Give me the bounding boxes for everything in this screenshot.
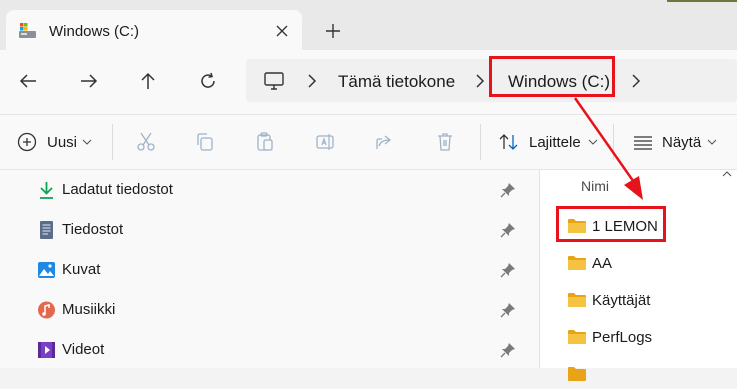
navigation-pane: Ladatut tiedostot Tiedostot Kuvat Musiik… [0,170,539,368]
delete-icon[interactable] [434,131,456,153]
toolbar-divider [613,124,614,160]
sidebar-item-music[interactable]: Musiikki [0,291,539,329]
chevron-right-icon[interactable] [305,72,319,90]
sort-button[interactable]: Lajittele [529,134,581,151]
annotation-highlight-breadcrumb [489,56,615,97]
toolbar-divider [480,124,481,160]
download-icon [40,182,53,199]
sidebar-item-videos[interactable]: Videot [0,331,539,369]
new-tab-icon[interactable] [323,21,343,41]
videos-icon [38,342,55,358]
sort-icon[interactable] [498,131,520,153]
command-toolbar: Uusi Lajittele Näytä [0,114,737,170]
tab-windows-c[interactable]: Windows (C:) [6,10,302,50]
pin-icon[interactable] [500,182,516,198]
folder-icon [568,367,586,381]
copy-icon[interactable] [194,131,216,153]
folder-icon [568,293,586,307]
paste-icon[interactable] [254,131,276,153]
back-arrow-icon[interactable] [17,70,39,92]
cut-icon[interactable] [135,131,157,153]
file-name: PerfLogs [592,329,653,346]
file-name: Käyttäjät [592,292,651,309]
sidebar-item-documents[interactable]: Tiedostot [0,211,539,249]
new-plus-icon[interactable] [16,131,38,153]
sidebar-item-label: Kuvat [62,261,101,278]
toolbar-divider [112,124,113,160]
pin-icon[interactable] [500,262,516,278]
rename-icon[interactable] [314,131,336,153]
list-item[interactable]: PerfLogs [540,322,737,352]
chevron-down-icon[interactable] [707,138,717,146]
new-button[interactable]: Uusi [47,134,77,151]
tab-title: Windows (C:) [49,23,140,40]
up-arrow-icon[interactable] [137,70,159,92]
file-list: Nimi 1 LEMON AA Käyttäjät PerfLogs [540,170,737,381]
refresh-icon[interactable] [197,70,219,92]
sidebar-item-label: Musiikki [62,301,116,318]
documents-icon [40,221,53,239]
share-icon[interactable] [373,131,395,153]
file-name: AA [592,255,613,272]
column-header-name[interactable]: Nimi [581,178,609,194]
background-sliver [667,0,737,2]
tab-strip: Windows (C:) [0,0,737,50]
sidebar-item-downloads[interactable]: Ladatut tiedostot [0,171,539,209]
chevron-down-icon[interactable] [82,138,92,146]
pin-icon[interactable] [500,222,516,238]
folder-icon [568,256,586,270]
list-item[interactable]: Käyttäjät [540,285,737,315]
forward-arrow-icon[interactable] [78,70,100,92]
annotation-highlight-folder [556,206,666,242]
chevron-down-icon[interactable] [588,138,598,146]
sidebar-item-pictures[interactable]: Kuvat [0,251,539,289]
pin-icon[interactable] [500,342,516,358]
view-button[interactable]: Näytä [662,134,701,151]
list-item[interactable]: AA [540,248,737,278]
list-item[interactable] [540,359,737,389]
pictures-icon [38,262,55,278]
music-icon [38,301,55,319]
chevron-right-icon[interactable] [629,72,643,90]
sidebar-item-label: Tiedostot [62,221,124,238]
sort-caret-icon[interactable] [721,170,733,178]
view-list-icon[interactable] [632,131,654,153]
navigation-bar: Tämä tietokone Windows (C:) [0,50,737,114]
drive-icon [19,23,36,38]
folder-icon [568,330,586,344]
sidebar-item-label: Ladatut tiedostot [62,181,173,198]
computer-icon[interactable] [263,70,285,92]
breadcrumb-this-pc[interactable]: Tämä tietokone [338,72,455,92]
chevron-right-icon[interactable] [473,72,487,90]
sidebar-item-label: Videot [62,341,105,358]
pin-icon[interactable] [500,302,516,318]
close-icon[interactable] [272,21,292,41]
